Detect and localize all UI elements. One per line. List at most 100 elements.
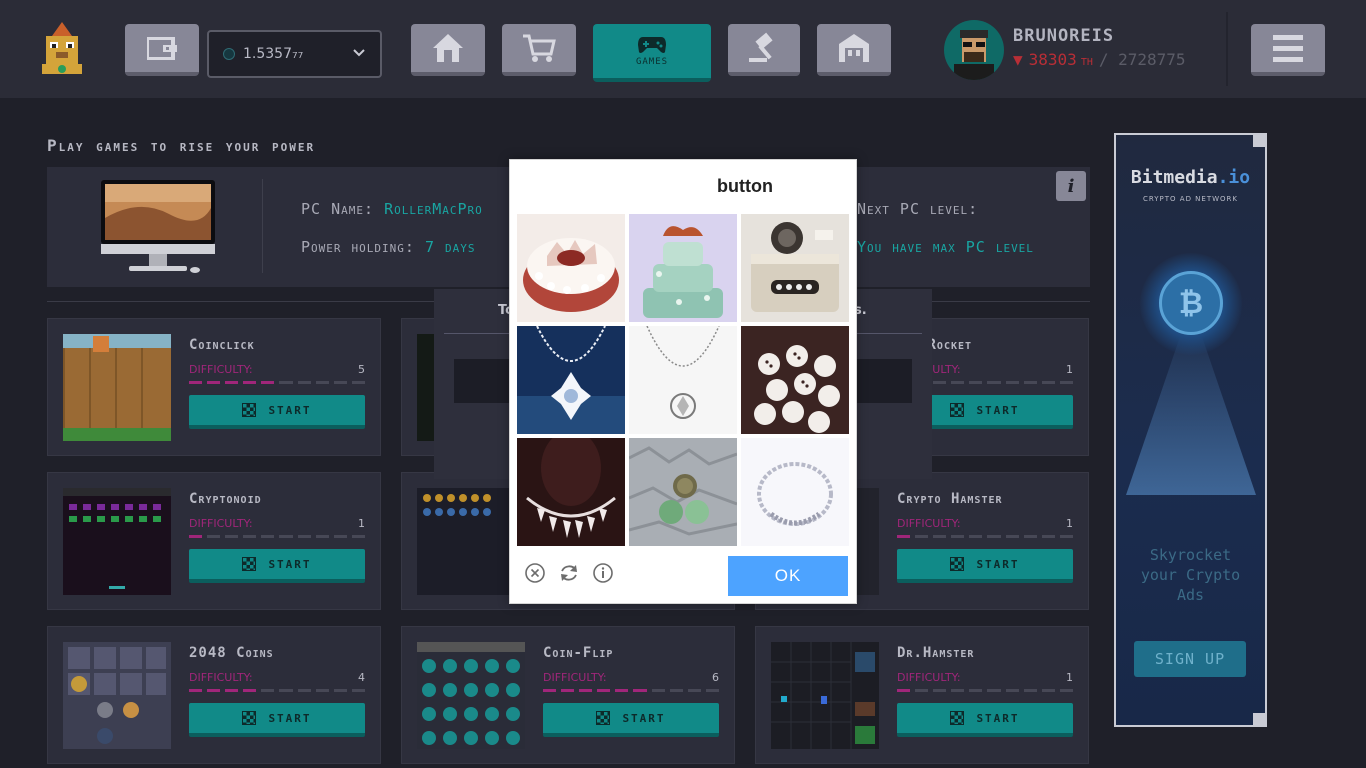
start-button[interactable]: START bbox=[543, 703, 719, 737]
rocket-beam bbox=[1126, 335, 1256, 495]
next-pc-label: Next PC level: bbox=[857, 200, 979, 218]
wallet-button[interactable] bbox=[125, 24, 199, 76]
start-label: START bbox=[268, 403, 312, 417]
auction-button[interactable] bbox=[728, 24, 800, 76]
difficulty-bar bbox=[189, 535, 365, 538]
ad-tagline-3: Ads bbox=[1176, 586, 1205, 604]
game-card: Dr.Hamster DIFFICULTY: 1 START bbox=[755, 626, 1089, 764]
shop-button[interactable] bbox=[502, 24, 576, 76]
game-title: Coin-Flip bbox=[543, 645, 614, 661]
difficulty-label: DIFFICULTY: bbox=[897, 671, 961, 684]
game-card: Coin-Flip DIFFICULTY: 6 START bbox=[401, 626, 735, 764]
pc-image bbox=[99, 178, 217, 276]
captcha-title: button bbox=[717, 176, 773, 196]
ad-banner[interactable]: Bitmedia.io CRYPTO AD NETWORK ₿ Skyrocke… bbox=[1114, 133, 1267, 727]
games-label: GAMES bbox=[635, 57, 669, 67]
captcha-grid bbox=[517, 214, 851, 548]
ad-tagline-1: Skyrocket bbox=[1149, 546, 1232, 564]
captcha-tile[interactable] bbox=[629, 214, 737, 322]
difficulty-bar bbox=[189, 689, 365, 692]
game-title: Dr.Hamster bbox=[897, 645, 975, 661]
topbar-divider bbox=[1226, 12, 1228, 86]
difficulty-value: 1 bbox=[1066, 517, 1073, 530]
checkered-flag-icon bbox=[950, 711, 965, 725]
game-title: Cryptonoid bbox=[189, 491, 262, 507]
power-down-icon: ▼ bbox=[1013, 50, 1023, 69]
menu-button[interactable] bbox=[1251, 24, 1325, 76]
avatar[interactable] bbox=[944, 20, 1004, 80]
difficulty-label: DIFFICULTY: bbox=[543, 671, 607, 684]
start-label: START bbox=[622, 711, 666, 725]
game-title: 2048 Coins bbox=[189, 645, 274, 661]
power-holding-row: Power holding: 7 days bbox=[301, 238, 476, 256]
start-button[interactable]: START bbox=[189, 703, 365, 737]
game-title: Crypto Hamster bbox=[897, 491, 1003, 507]
ad-tagline-2: your Crypto bbox=[1140, 566, 1241, 584]
captcha-tile[interactable] bbox=[517, 214, 625, 322]
captcha-tile[interactable] bbox=[741, 438, 849, 546]
captcha-tile[interactable] bbox=[741, 326, 849, 434]
info-icon: i bbox=[1067, 175, 1075, 197]
difficulty-value: 4 bbox=[358, 671, 365, 684]
start-button[interactable]: START bbox=[897, 703, 1073, 737]
start-label: START bbox=[976, 403, 1020, 417]
captcha-tile[interactable] bbox=[629, 326, 737, 434]
captcha-footer: OK bbox=[510, 556, 856, 596]
pc-name-row: PC Name: RollerMacPro bbox=[301, 200, 483, 218]
logo-icon[interactable] bbox=[38, 20, 86, 76]
power-unit: TH bbox=[1080, 57, 1093, 68]
difficulty-value: 1 bbox=[358, 517, 365, 530]
power-current: 38303 bbox=[1028, 50, 1077, 69]
captcha-tile[interactable] bbox=[629, 438, 737, 546]
balance-select[interactable]: 1.5357₇₇ bbox=[207, 30, 382, 78]
top-bar: 1.5357₇₇ GAMES BRUNOREIS ▼ 38303 TH / 27… bbox=[0, 0, 1366, 98]
difficulty-label: DIFFICULTY: bbox=[189, 363, 253, 376]
game-thumbnail[interactable] bbox=[63, 488, 171, 595]
difficulty-bar bbox=[897, 689, 1073, 692]
power-display: ▼ 38303 TH / 2728775 bbox=[1013, 50, 1186, 69]
game-card: Coinclick DIFFICULTY: 5 START bbox=[47, 318, 381, 456]
captcha-tile[interactable] bbox=[517, 438, 625, 546]
cart-icon bbox=[523, 34, 556, 62]
gamepad-icon bbox=[638, 37, 666, 53]
bg-modal-field-left bbox=[454, 359, 510, 403]
refresh-icon[interactable] bbox=[558, 562, 580, 584]
ad-brand-tld: .io bbox=[1217, 167, 1251, 188]
factory-button[interactable] bbox=[817, 24, 891, 76]
difficulty-bar bbox=[189, 381, 365, 384]
difficulty-value: 1 bbox=[1066, 363, 1073, 376]
chevron-down-icon bbox=[353, 49, 365, 57]
ad-brand: Bitmedia.io bbox=[1116, 167, 1265, 188]
page-title: Play games to rise your power bbox=[47, 136, 316, 155]
ad-subtitle: CRYPTO AD NETWORK bbox=[1142, 195, 1239, 203]
ok-button[interactable]: OK bbox=[728, 556, 848, 596]
start-label: START bbox=[976, 711, 1020, 725]
games-button[interactable]: GAMES bbox=[593, 24, 711, 82]
ad-signup-button[interactable]: SIGN UP bbox=[1134, 641, 1246, 677]
menu-icon bbox=[1273, 34, 1303, 40]
start-button[interactable]: START bbox=[897, 549, 1073, 583]
difficulty-bar bbox=[543, 689, 719, 692]
info-circle-icon[interactable] bbox=[592, 562, 614, 584]
captcha-tile[interactable] bbox=[517, 326, 625, 434]
pc-name-label: PC Name: bbox=[301, 200, 375, 218]
next-pc-value: You have max PC level bbox=[857, 238, 1034, 256]
captcha-tile[interactable] bbox=[741, 214, 849, 322]
auction-icon bbox=[749, 32, 773, 62]
game-title: Coinclick bbox=[189, 337, 255, 353]
game-thumbnail[interactable] bbox=[63, 642, 171, 749]
start-label: START bbox=[976, 557, 1020, 571]
home-button[interactable] bbox=[411, 24, 485, 76]
game-thumbnail[interactable] bbox=[417, 642, 525, 749]
start-button[interactable]: START bbox=[189, 549, 365, 583]
checkered-flag-icon bbox=[950, 403, 965, 417]
game-thumbnail[interactable] bbox=[771, 642, 879, 749]
info-button[interactable]: i bbox=[1056, 171, 1086, 201]
start-button[interactable]: START bbox=[189, 395, 365, 429]
ad-choices-icon[interactable] bbox=[1253, 135, 1265, 147]
bg-modal-field-right bbox=[856, 359, 912, 403]
checkered-flag-icon bbox=[242, 557, 257, 571]
close-icon[interactable] bbox=[524, 562, 546, 584]
game-thumbnail[interactable] bbox=[63, 334, 171, 441]
checkered-flag-icon bbox=[596, 711, 611, 725]
